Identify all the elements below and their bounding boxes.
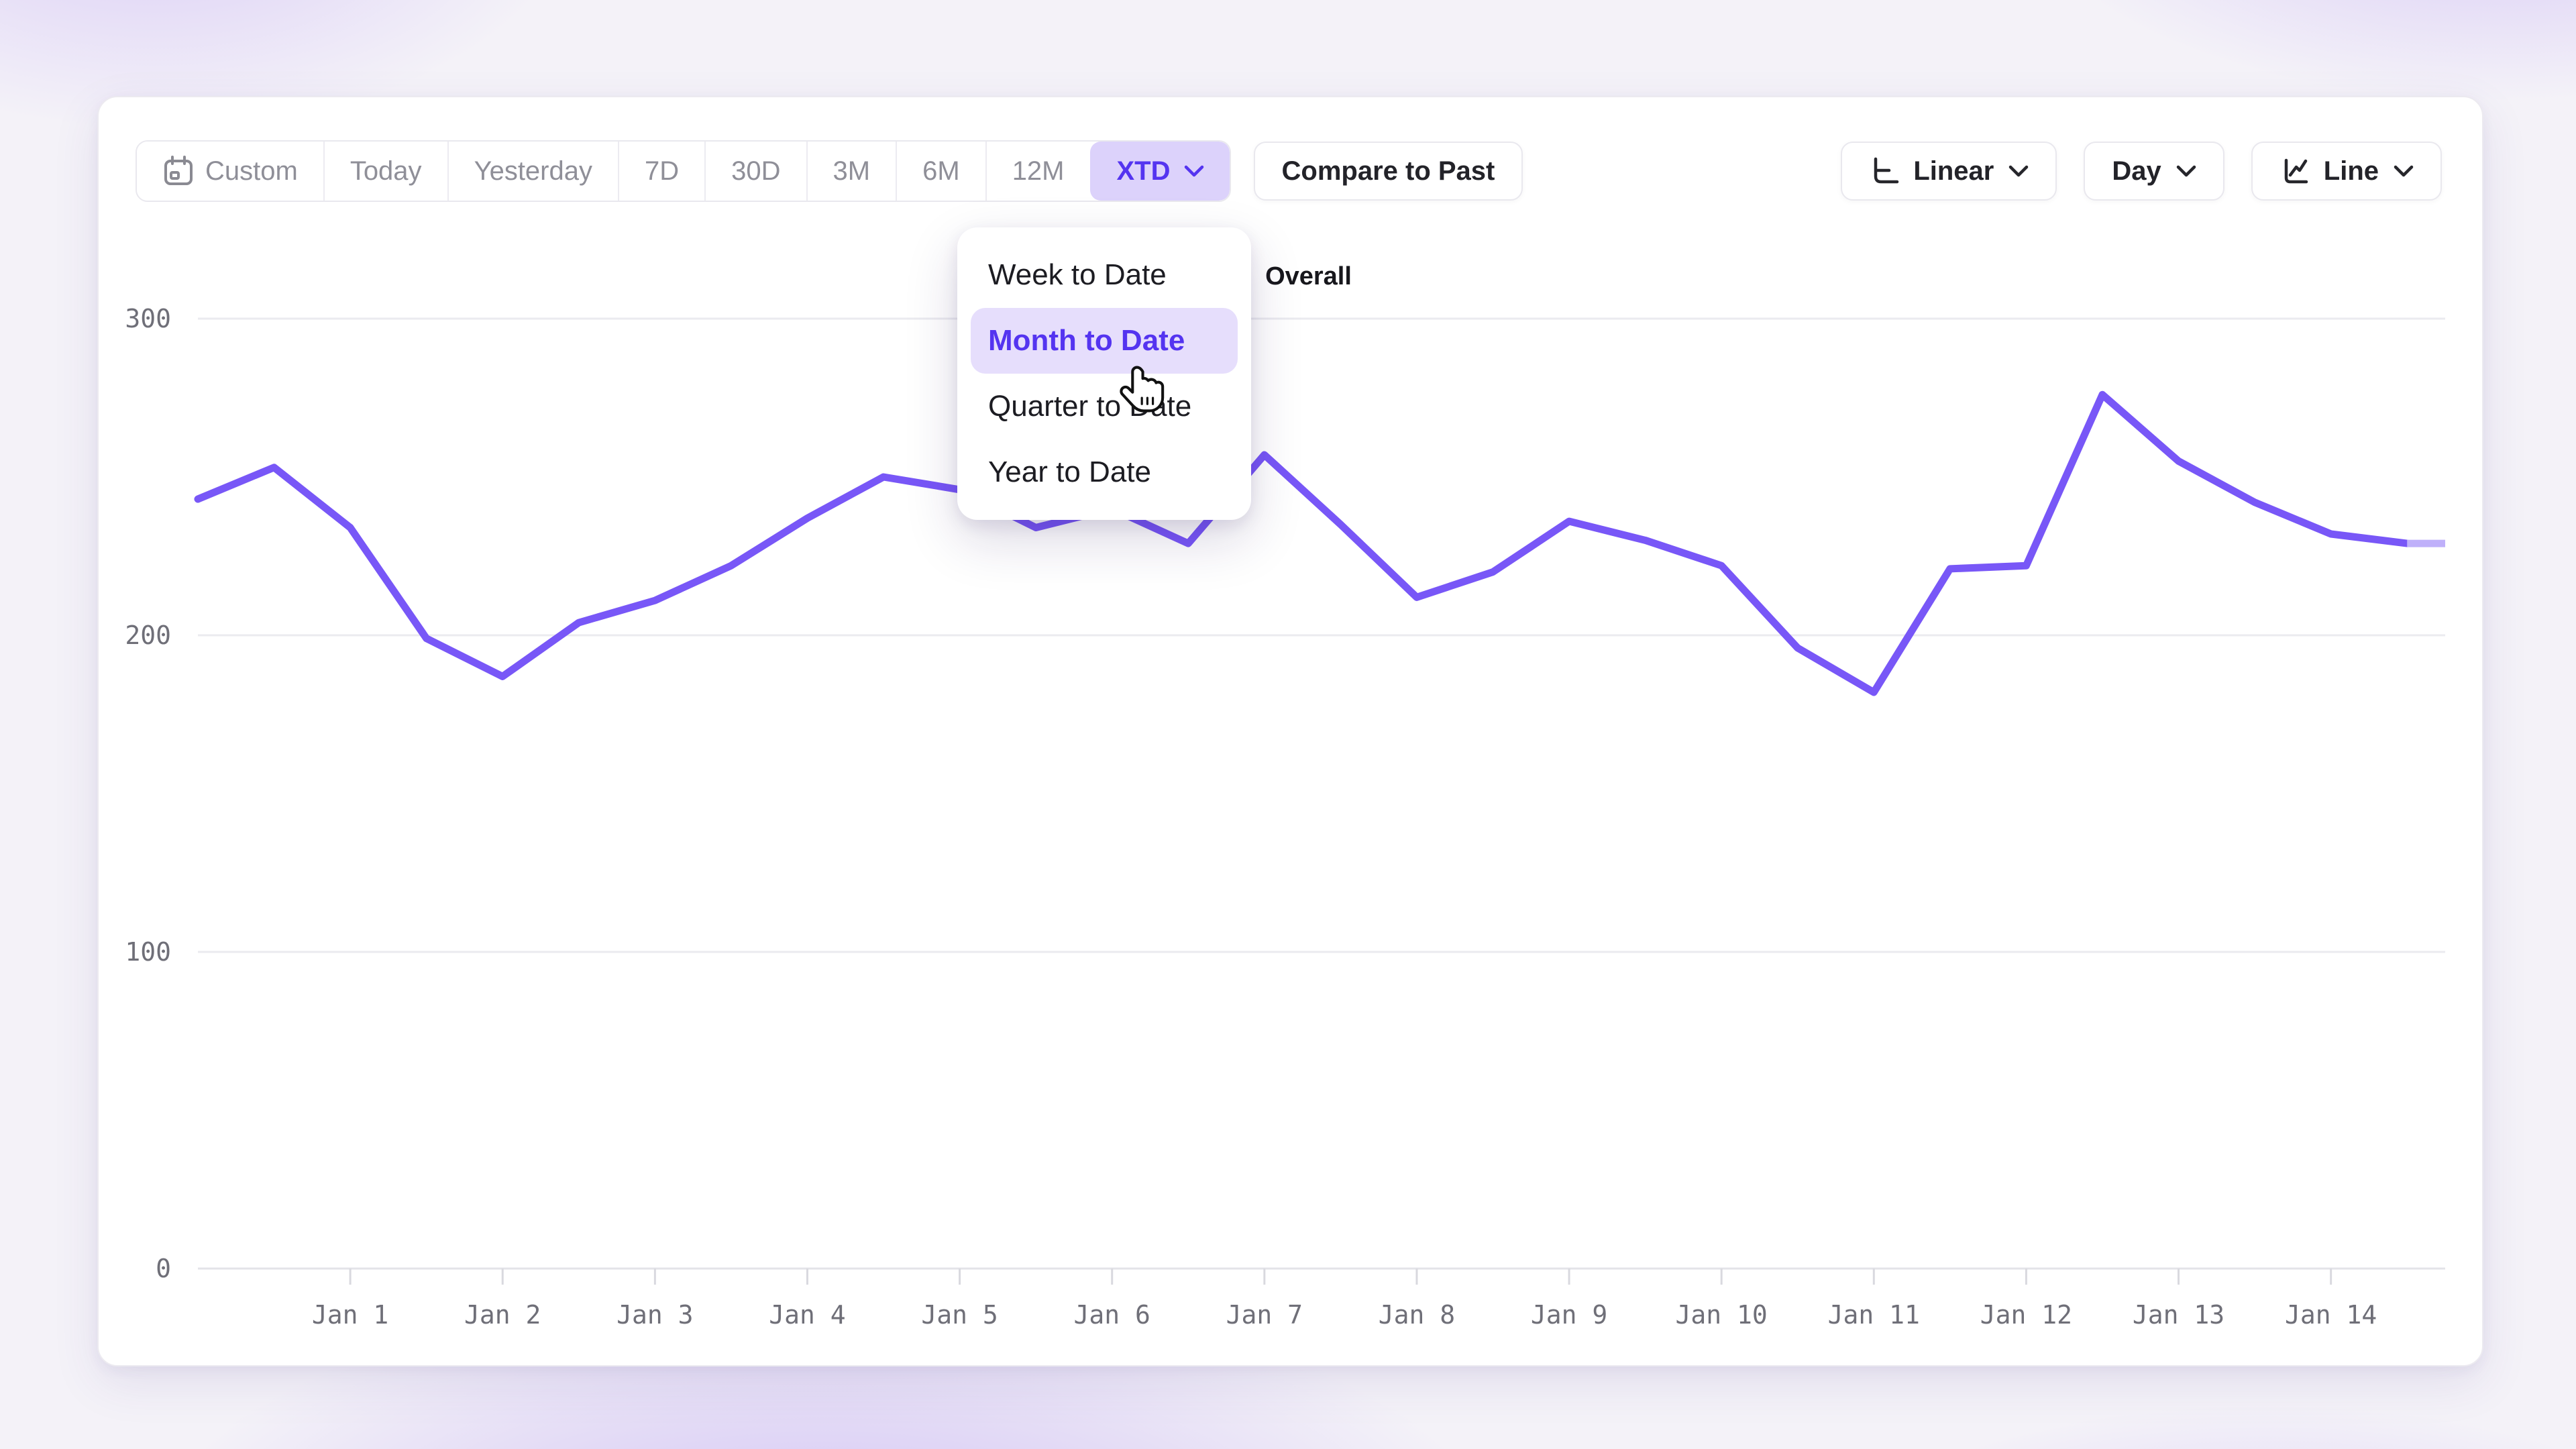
analytics-card: Custom Today Yesterday 7D 30D 3M 6M 12M …: [97, 96, 2483, 1366]
x-axis-label: Jan 1: [312, 1300, 388, 1330]
x-axis-label: Jan 7: [1226, 1300, 1303, 1330]
x-axis-label: Jan 9: [1531, 1300, 1607, 1330]
x-axis-label: Jan 3: [616, 1300, 693, 1330]
x-axis-label: Jan 5: [921, 1300, 998, 1330]
menu-item-week-to-date[interactable]: Week to Date: [971, 242, 1238, 308]
y-axis-label-300: 300: [125, 304, 171, 333]
menu-item-quarter-to-date[interactable]: Quarter to Date: [971, 374, 1238, 439]
xtd-dropdown-menu: Week to Date Month to Date Quarter to Da…: [957, 227, 1251, 520]
y-axis-label-0: 0: [156, 1254, 171, 1283]
y-axis-label-200: 200: [125, 621, 171, 650]
x-axis-label: Jan 14: [2285, 1300, 2377, 1330]
x-axis-label: Jan 2: [464, 1300, 541, 1330]
menu-item-year-to-date[interactable]: Year to Date: [971, 439, 1238, 505]
x-axis-label: Jan 13: [2133, 1300, 2224, 1330]
y-axis-label-100: 100: [125, 937, 171, 967]
series-line-overall: [198, 394, 2407, 692]
x-axis-label: Jan 6: [1074, 1300, 1150, 1330]
menu-item-month-to-date[interactable]: Month to Date: [971, 308, 1238, 374]
x-axis-label: Jan 4: [769, 1300, 845, 1330]
x-axis-label: Jan 11: [1828, 1300, 1920, 1330]
x-axis-label: Jan 10: [1676, 1300, 1768, 1330]
legend-label-overall: Overall: [1265, 262, 1352, 291]
x-axis-label: Jan 8: [1379, 1300, 1455, 1330]
x-axis-label: Jan 12: [1980, 1300, 2072, 1330]
